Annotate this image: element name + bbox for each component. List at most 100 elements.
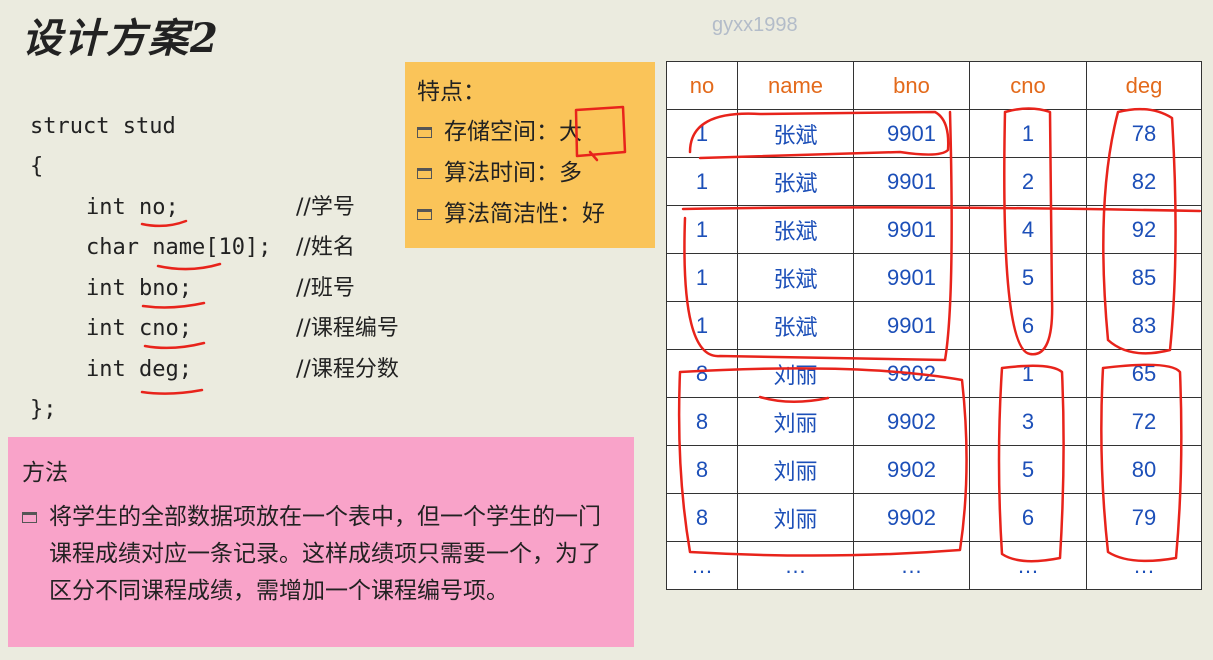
table-cell: 3	[969, 397, 1087, 446]
table-cell: 5	[969, 253, 1087, 302]
table-cell: 1	[666, 301, 738, 350]
method-heading: 方法	[22, 460, 68, 486]
code-comment: //班号	[296, 276, 355, 301]
table-cell: 张斌	[737, 157, 854, 206]
table-cell: 刘丽	[737, 493, 854, 542]
table-cell: 9902	[853, 397, 970, 446]
table-row: 8 刘丽 9902 5 80	[666, 445, 1202, 494]
code-line: char name[10];	[86, 235, 272, 260]
code-comment: //课程分数	[296, 357, 399, 382]
code-line: int cno;	[86, 316, 192, 341]
table-row: 1 张斌 9901 4 92	[666, 205, 1202, 254]
table-cell: 5	[969, 445, 1087, 494]
table-cell: 刘丽	[737, 397, 854, 446]
table-row: 8 刘丽 9902 3 72	[666, 397, 1202, 446]
code-line: int deg;	[86, 357, 192, 382]
table-cell: 85	[1086, 253, 1202, 302]
feature-item: 存储空间：大	[417, 112, 643, 153]
table-row: 1 张斌 9901 6 83	[666, 301, 1202, 350]
table-cell: 张斌	[737, 301, 854, 350]
table-cell: 1	[666, 253, 738, 302]
feature-text: 算法时间：多	[444, 160, 582, 186]
table-cell: 9902	[853, 349, 970, 398]
table-cell: 刘丽	[737, 349, 854, 398]
table-cell: 72	[1086, 397, 1202, 446]
data-table: no name bno cno deg 1 张斌 9901 1 78 1 张斌 9901 2 82…	[666, 61, 1202, 590]
table-cell: 9901	[853, 301, 970, 350]
header-cell: cno	[969, 61, 1087, 110]
table-cell: 8	[666, 445, 738, 494]
table-cell: 刘丽	[737, 445, 854, 494]
table-cell: 82	[1086, 157, 1202, 206]
code-comment: //姓名	[296, 235, 355, 260]
table-header-row: no name bno cno deg	[666, 61, 1202, 110]
table-row: ……………	[666, 541, 1202, 590]
folder-bullet-icon	[22, 512, 37, 523]
slide-title: 设计方案2	[22, 15, 220, 62]
table-cell: …	[666, 541, 738, 590]
table-row: 8 刘丽 9902 1 65	[666, 349, 1202, 398]
table-cell: 65	[1086, 349, 1202, 398]
feature-item: 算法时间：多	[417, 153, 643, 194]
underline-annotation	[156, 262, 222, 271]
code-line: int bno;	[86, 276, 192, 301]
folder-bullet-icon	[417, 168, 432, 179]
table-cell: 6	[969, 493, 1087, 542]
table-cell: 9902	[853, 493, 970, 542]
method-box: 方法 将学生的全部数据项放在一个表中，但一个学生的一门课程成绩对应一条记录。这样…	[8, 437, 634, 647]
table-row: 1 张斌 9901 2 82	[666, 157, 1202, 206]
folder-bullet-icon	[417, 209, 432, 220]
header-cell: name	[737, 61, 854, 110]
table-cell: 83	[1086, 301, 1202, 350]
table-cell: 2	[969, 157, 1087, 206]
table-cell: 张斌	[737, 205, 854, 254]
table-cell: 张斌	[737, 109, 854, 158]
table-row: 1 张斌 9901 1 78	[666, 109, 1202, 158]
table-row: 1 张斌 9901 5 85	[666, 253, 1202, 302]
table-cell: 张斌	[737, 253, 854, 302]
code-comment: //学号	[296, 195, 355, 220]
feature-text: 存储空间：大	[444, 119, 582, 145]
method-text: 将学生的全部数据项放在一个表中，但一个学生的一门课程成绩对应一条记录。这样成绩项…	[49, 504, 601, 604]
table-cell: 1	[969, 109, 1087, 158]
method-item: 将学生的全部数据项放在一个表中，但一个学生的一门课程成绩对应一条记录。这样成绩项…	[22, 499, 620, 610]
header-cell: bno	[853, 61, 970, 110]
header-cell: no	[666, 61, 738, 110]
table-cell: 9901	[853, 205, 970, 254]
table-cell: 8	[666, 493, 738, 542]
table-cell: 79	[1086, 493, 1202, 542]
features-box: 特点： 存储空间：大 算法时间：多 算法简洁性：好	[405, 62, 655, 248]
table-cell: 1	[666, 157, 738, 206]
table-cell: 1	[666, 205, 738, 254]
table-cell: …	[1086, 541, 1202, 590]
table-cell: 80	[1086, 445, 1202, 494]
table-cell: 6	[969, 301, 1087, 350]
table-cell: 92	[1086, 205, 1202, 254]
watermark: gyxx1998	[712, 14, 798, 36]
features-heading: 特点：	[417, 79, 486, 105]
table-cell: 1	[666, 109, 738, 158]
code-line: {	[30, 154, 44, 179]
table-cell: 9901	[853, 253, 970, 302]
code-comment: //课程编号	[296, 316, 399, 341]
table-cell: 4	[969, 205, 1087, 254]
table-cell: 9902	[853, 445, 970, 494]
table-cell: 8	[666, 397, 738, 446]
folder-bullet-icon	[417, 127, 432, 138]
feature-item: 算法简洁性：好	[417, 194, 643, 235]
header-cell: deg	[1086, 61, 1202, 110]
feature-text: 算法简洁性：好	[444, 201, 605, 227]
table-cell: 1	[969, 349, 1087, 398]
table-row: 8 刘丽 9902 6 79	[666, 493, 1202, 542]
table-cell: …	[853, 541, 970, 590]
code-line: };	[30, 397, 57, 422]
table-cell: 78	[1086, 109, 1202, 158]
code-line: struct stud	[30, 114, 176, 139]
code-line: int no;	[86, 195, 179, 220]
table-cell: …	[737, 541, 854, 590]
table-cell: 8	[666, 349, 738, 398]
table-cell: …	[969, 541, 1087, 590]
underline-annotation	[140, 388, 204, 395]
table-cell: 9901	[853, 157, 970, 206]
table-cell: 9901	[853, 109, 970, 158]
